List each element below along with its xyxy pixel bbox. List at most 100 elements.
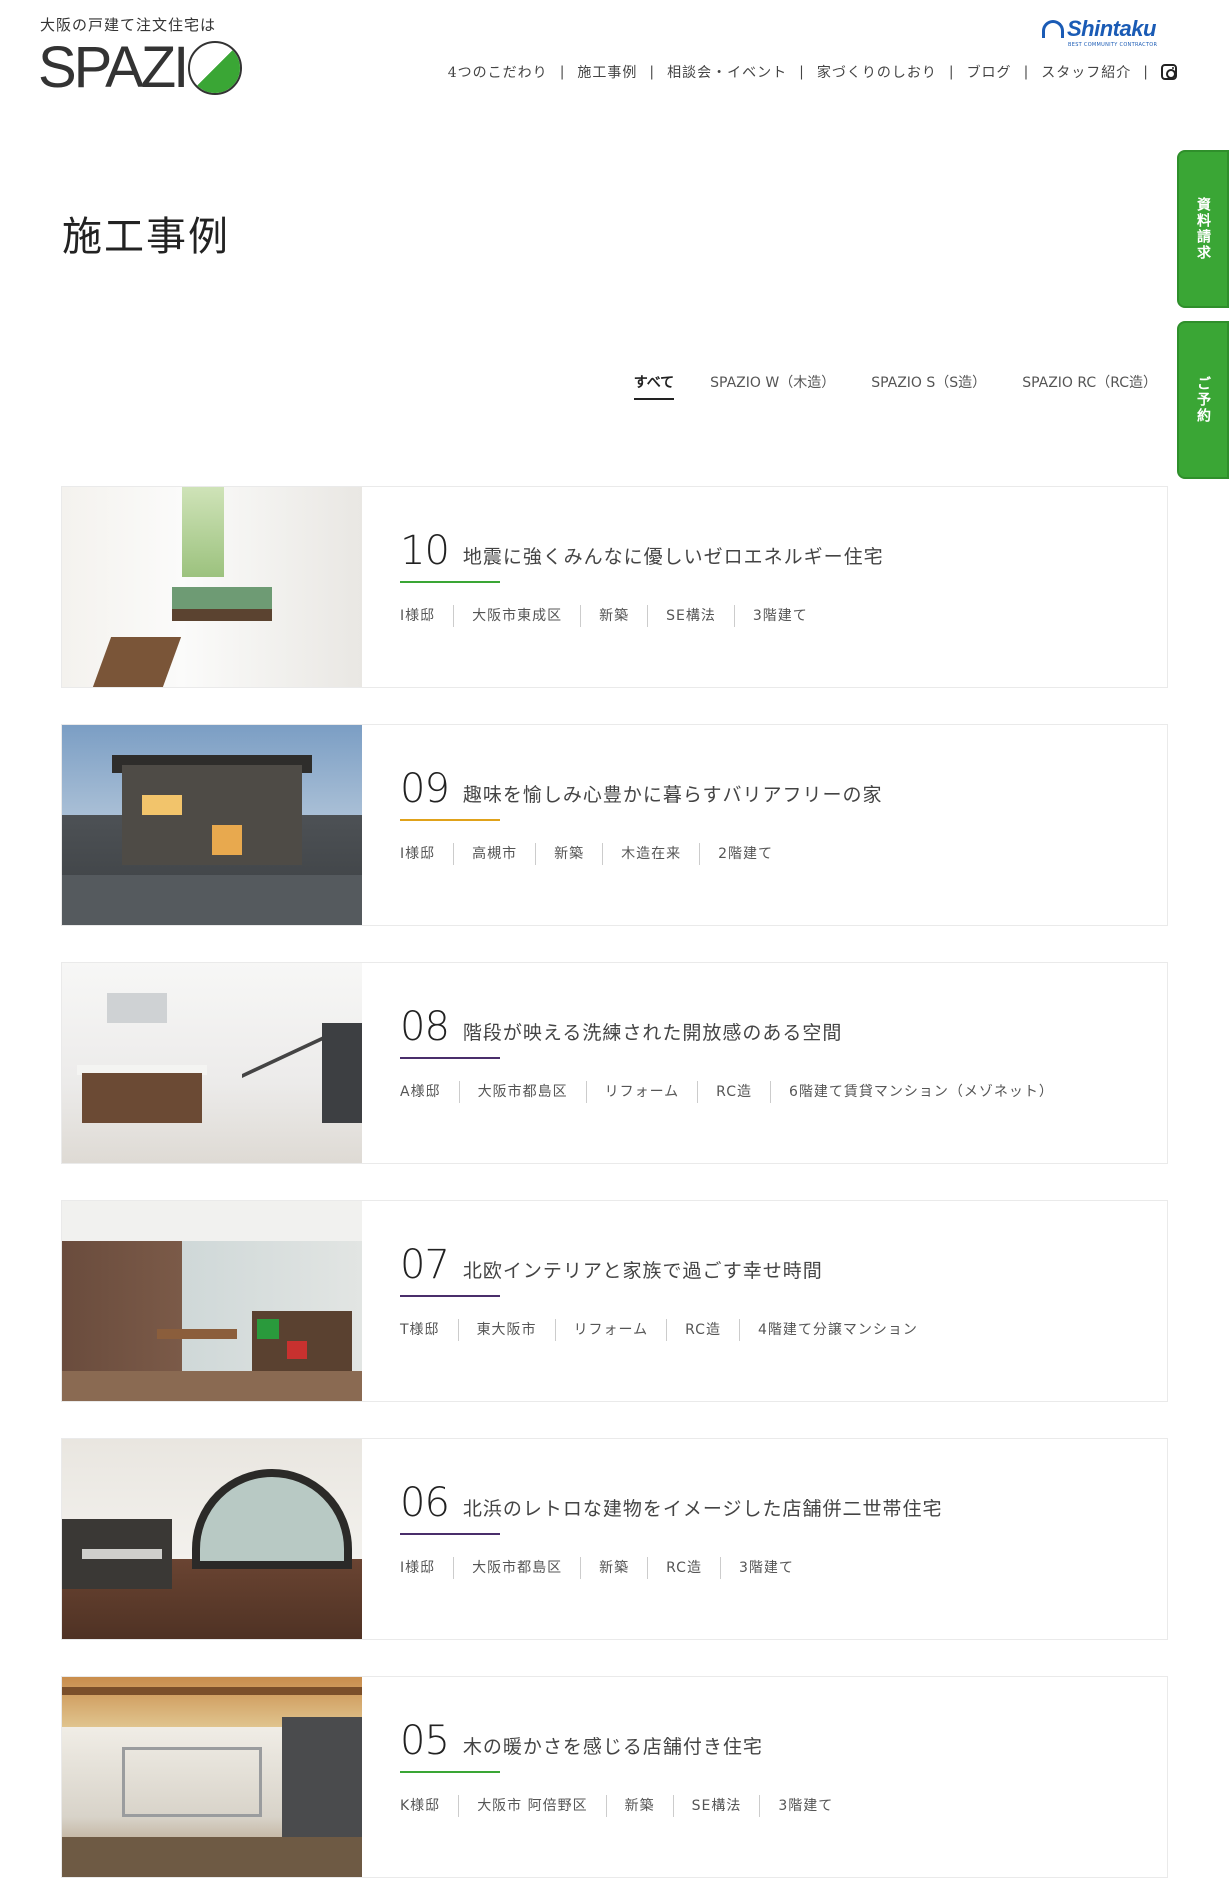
title-underline: [400, 1771, 500, 1773]
nav-item-guide[interactable]: 家づくりのしおり: [817, 62, 937, 82]
global-nav: 4つのこだわり | 施工事例 | 相談会・イベント | 家づくりのしおり | ブ…: [448, 62, 1177, 82]
tag-type: リフォーム: [585, 1081, 698, 1103]
title-underline: [400, 1057, 500, 1059]
tag-structure: RC造: [647, 1557, 720, 1579]
tag-structure: RC造: [666, 1319, 739, 1341]
tag-client: I様邸: [400, 1560, 436, 1576]
nav-item-blog[interactable]: ブログ: [967, 62, 1012, 82]
tag-location: 大阪市東成区: [453, 605, 580, 627]
tag-type: 新築: [580, 605, 647, 627]
logo-text: SPAZI: [38, 35, 189, 100]
work-photo[interactable]: [62, 1201, 362, 1401]
nav-separator: |: [948, 64, 955, 80]
nav-separator: |: [799, 64, 805, 80]
tag-location: 東大阪市: [457, 1319, 555, 1341]
title-underline: [400, 1533, 500, 1535]
nav-item-events[interactable]: 相談会・イベント: [667, 62, 787, 82]
tag-location: 高槻市: [453, 843, 535, 865]
tag-client: T様邸: [400, 1322, 440, 1338]
tag-location: 大阪市都島区: [453, 1557, 580, 1579]
work-card[interactable]: 08 階段が映える洗練された開放感のある空間 A様邸 大阪市都島区 リフォーム …: [61, 962, 1168, 1164]
shintaku-mark-icon: [1042, 20, 1064, 38]
nav-item-works[interactable]: 施工事例: [577, 62, 637, 82]
work-title[interactable]: 地震に強くみんなに優しいゼロエネルギー住宅: [463, 542, 884, 569]
work-tags: I様邸 大阪市東成区 新築 SE構法 3階建て: [400, 605, 884, 627]
logo-o-mark: [188, 41, 243, 95]
tag-client: K様邸: [400, 1798, 441, 1814]
category-filter: すべて SPAZIO W（木造） SPAZIO S（S造） SPAZIO RC（…: [633, 372, 1157, 400]
tag-type: 新築: [580, 1557, 647, 1579]
filter-spazio-rc[interactable]: SPAZIO RC（RC造）: [1022, 372, 1157, 400]
work-photo[interactable]: [62, 963, 362, 1163]
site-header: 大阪の戸建て注文住宅は SPAZI Shintaku BEST COMMUNIT…: [0, 0, 1229, 110]
work-tags: K様邸 大阪市 阿倍野区 新築 SE構法 3階建て: [400, 1795, 851, 1817]
nav-separator: |: [559, 64, 566, 80]
tag-type: リフォーム: [554, 1319, 667, 1341]
tag-structure: SE構法: [647, 605, 734, 627]
tag-location: 大阪市都島区: [458, 1081, 586, 1103]
work-title[interactable]: 趣味を愉しみ心豊かに暮らすバリアフリーの家: [463, 780, 883, 807]
title-underline: [400, 1295, 500, 1297]
tag-structure: 木造在来: [602, 843, 699, 865]
nav-separator: |: [1143, 64, 1149, 80]
work-title[interactable]: 北浜のレトロな建物をイメージした店舗併二世帯住宅: [463, 1494, 943, 1521]
tag-floors: 6階建て賃貸マンション（メゾネット）: [769, 1081, 1072, 1103]
tag-structure: SE構法: [672, 1795, 760, 1817]
work-card[interactable]: 05 木の暖かさを感じる店舗付き住宅 K様邸 大阪市 阿倍野区 新築 SE構法 …: [61, 1676, 1168, 1878]
tag-structure: RC造: [697, 1081, 770, 1103]
work-title[interactable]: 階段が映える洗練された開放感のある空間: [463, 1018, 842, 1045]
tag-floors: 3階建て: [759, 1795, 851, 1817]
work-tags: T様邸 東大阪市 リフォーム RC造 4階建て分譲マンション: [400, 1319, 936, 1341]
filter-all[interactable]: すべて: [633, 372, 675, 400]
tag-floors: 2階建て: [699, 843, 791, 865]
tag-floors: 4階建て分譲マンション: [738, 1319, 936, 1341]
instagram-icon[interactable]: [1161, 64, 1177, 80]
title-underline: [400, 819, 500, 821]
site-tagline: 大阪の戸建て注文住宅は: [40, 16, 217, 34]
reservation-label: ご予約: [1195, 376, 1211, 424]
work-card[interactable]: 06 北浜のレトロな建物をイメージした店舗併二世帯住宅 I様邸 大阪市都島区 新…: [61, 1438, 1168, 1640]
tag-client: I様邸: [400, 608, 436, 624]
work-photo[interactable]: [62, 1677, 362, 1877]
nav-item-kodawari[interactable]: 4つのこだわり: [448, 62, 548, 82]
work-card[interactable]: 09 趣味を愉しみ心豊かに暮らすバリアフリーの家 I様邸 高槻市 新築 木造在来…: [61, 724, 1168, 926]
reservation-tab[interactable]: ご予約: [1177, 321, 1229, 479]
nav-item-staff[interactable]: スタッフ紹介: [1041, 62, 1131, 82]
tag-type: 新築: [535, 843, 602, 865]
work-card[interactable]: 07 北欧インテリアと家族で過ごす幸せ時間 T様邸 東大阪市 リフォーム RC造…: [61, 1200, 1168, 1402]
shintaku-logo[interactable]: Shintaku BEST COMMUNITY CONTRACTOR: [1042, 16, 1157, 48]
tag-type: 新築: [605, 1795, 673, 1817]
work-tags: I様邸 高槻市 新築 木造在来 2階建て: [400, 843, 883, 865]
work-tags: A様邸 大阪市都島区 リフォーム RC造 6階建て賃貸マンション（メゾネット）: [400, 1081, 1072, 1103]
works-list: 10 地震に強くみんなに優しいゼロエネルギー住宅 I様邸 大阪市東成区 新築 S…: [61, 486, 1168, 1891]
request-materials-tab[interactable]: 資料請求: [1177, 150, 1229, 308]
tag-floors: 3階建て: [733, 605, 826, 627]
brand-name: Shintaku: [1067, 16, 1156, 41]
page-title: 施工事例: [62, 214, 230, 260]
nav-separator: |: [1023, 64, 1030, 80]
work-number: 07: [400, 1242, 450, 1288]
nav-separator: |: [649, 64, 656, 80]
tag-client: I様邸: [400, 846, 436, 862]
tag-client: A様邸: [400, 1084, 441, 1100]
work-number: 05: [400, 1718, 450, 1764]
work-photo[interactable]: [62, 487, 362, 687]
work-photo[interactable]: [62, 725, 362, 925]
tag-floors: 3階建て: [719, 1557, 812, 1579]
brand-sub: BEST COMMUNITY CONTRACTOR: [1068, 42, 1158, 48]
work-number: 06: [400, 1480, 450, 1526]
work-title[interactable]: 北欧インテリアと家族で過ごす幸せ時間: [463, 1256, 823, 1283]
filter-spazio-s[interactable]: SPAZIO S（S造）: [871, 372, 986, 400]
title-underline: [400, 581, 500, 583]
work-card[interactable]: 10 地震に強くみんなに優しいゼロエネルギー住宅 I様邸 大阪市東成区 新築 S…: [61, 486, 1168, 688]
work-number: 08: [400, 1004, 450, 1050]
work-photo[interactable]: [62, 1439, 362, 1639]
work-title[interactable]: 木の暖かさを感じる店舗付き住宅: [463, 1732, 763, 1759]
work-tags: I様邸 大阪市都島区 新築 RC造 3階建て: [400, 1557, 943, 1579]
filter-spazio-w[interactable]: SPAZIO W（木造）: [710, 372, 835, 400]
tag-location: 大阪市 阿倍野区: [458, 1795, 605, 1817]
spazio-logo[interactable]: SPAZI: [38, 35, 243, 100]
work-number: 09: [400, 766, 450, 812]
work-number: 10: [400, 528, 450, 574]
request-materials-label: 資料請求: [1195, 197, 1211, 261]
